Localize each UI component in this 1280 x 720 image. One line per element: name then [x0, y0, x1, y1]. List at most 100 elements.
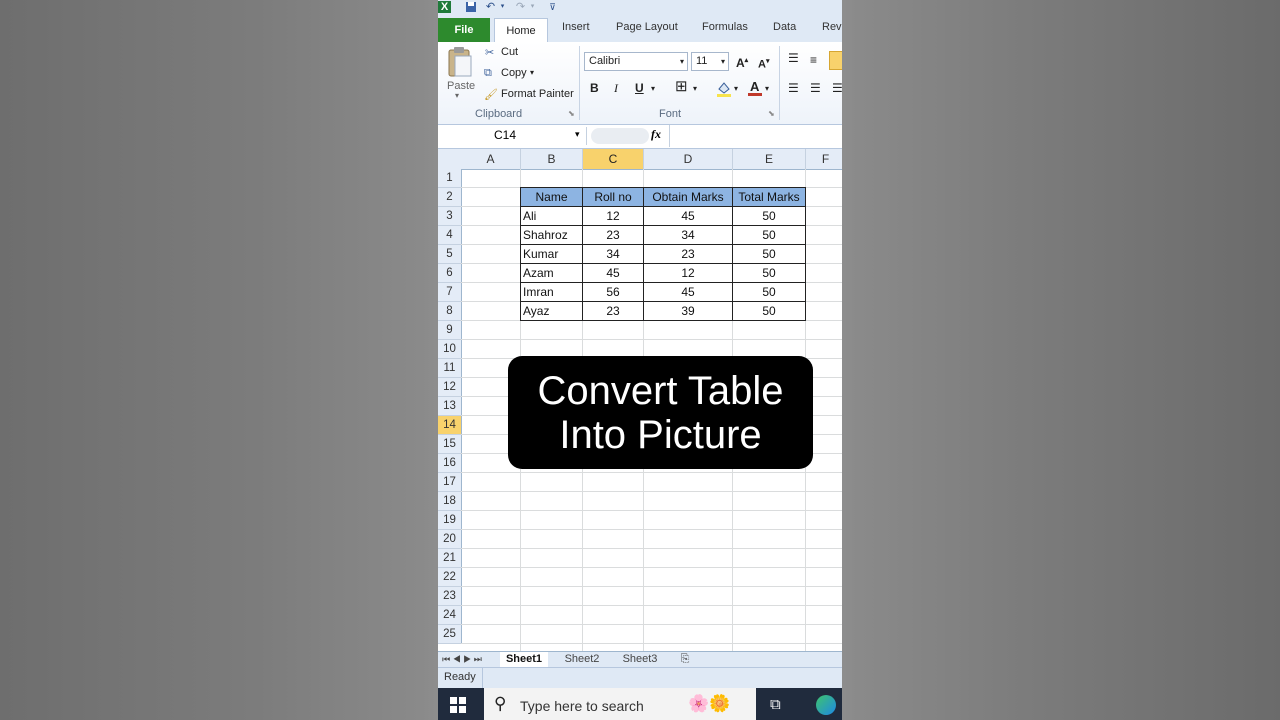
- tab-page-layout[interactable]: Page Layout: [616, 21, 678, 33]
- column-header-e[interactable]: E: [733, 149, 806, 170]
- copy-button[interactable]: Copy: [501, 67, 527, 79]
- paste-icon[interactable]: [447, 46, 473, 78]
- align-left-icon[interactable]: ☰: [788, 80, 799, 96]
- paste-dropdown-icon[interactable]: ▾: [455, 91, 459, 100]
- underline-dropdown-icon[interactable]: ▾: [651, 81, 655, 97]
- row-header-17[interactable]: 17: [438, 473, 462, 492]
- cut-icon[interactable]: ✂: [485, 46, 494, 59]
- shrink-font-icon[interactable]: A▾: [758, 54, 769, 73]
- align-top-icon[interactable]: ☰: [788, 50, 799, 66]
- table-cell[interactable]: 56: [582, 282, 644, 302]
- row-header-11[interactable]: 11: [438, 359, 462, 378]
- row-header-15[interactable]: 15: [438, 435, 462, 454]
- edge-browser-icon[interactable]: [816, 695, 836, 715]
- table-cell[interactable]: Shahroz: [520, 225, 583, 245]
- table-cell[interactable]: Ali: [520, 206, 583, 226]
- redo-dropdown-icon[interactable]: ▾: [526, 1, 539, 13]
- table-cell[interactable]: 50: [732, 244, 806, 264]
- row-header-18[interactable]: 18: [438, 492, 462, 511]
- table-header-cell[interactable]: Total Marks: [732, 187, 806, 207]
- tab-file[interactable]: File: [438, 18, 490, 42]
- column-header-a[interactable]: A: [461, 149, 521, 170]
- task-view-icon[interactable]: ⧉: [770, 696, 781, 713]
- select-all-corner[interactable]: [438, 149, 462, 170]
- sheet-tab-2[interactable]: Sheet2: [558, 652, 606, 667]
- row-header-10[interactable]: 10: [438, 340, 462, 359]
- save-icon[interactable]: [464, 1, 477, 13]
- table-cell[interactable]: 50: [732, 206, 806, 226]
- name-box[interactable]: C14 ▾: [438, 127, 587, 145]
- row-header-9[interactable]: 9: [438, 321, 462, 340]
- formula-input[interactable]: [669, 125, 842, 147]
- table-cell[interactable]: 23: [582, 301, 644, 321]
- row-header-8[interactable]: 8: [438, 302, 462, 321]
- table-cell[interactable]: 50: [732, 263, 806, 283]
- column-header-f[interactable]: F: [806, 149, 842, 170]
- table-cell[interactable]: 23: [582, 225, 644, 245]
- sheet-nav-arrows-icon[interactable]: ⏮ ◀ ▶ ⏭: [442, 652, 482, 667]
- tab-formulas[interactable]: Formulas: [702, 21, 748, 33]
- table-cell[interactable]: 34: [582, 244, 644, 264]
- table-header-cell[interactable]: Obtain Marks: [643, 187, 733, 207]
- table-cell[interactable]: 34: [643, 225, 733, 245]
- row-header-14[interactable]: 14: [438, 416, 462, 435]
- row-header-24[interactable]: 24: [438, 606, 462, 625]
- windows-start-icon[interactable]: [450, 697, 466, 713]
- bold-button[interactable]: B: [590, 80, 599, 96]
- tab-insert[interactable]: Insert: [562, 21, 590, 33]
- grow-font-icon[interactable]: A▴: [736, 53, 748, 71]
- undo-dropdown-icon[interactable]: ▾: [496, 1, 509, 13]
- row-header-2[interactable]: 2: [438, 188, 462, 207]
- font-name-dropdown-icon[interactable]: ▾: [680, 53, 684, 70]
- sheet-tab-3[interactable]: Sheet3: [616, 652, 664, 667]
- taskbar-search-box[interactable]: ⚲ Type here to search 🌸🌼: [484, 688, 756, 720]
- row-header-3[interactable]: 3: [438, 207, 462, 226]
- sheet-tab-1[interactable]: Sheet1: [500, 652, 548, 667]
- copy-dropdown-icon[interactable]: ▾: [530, 68, 534, 77]
- table-cell[interactable]: 45: [643, 282, 733, 302]
- borders-icon[interactable]: ⊞: [675, 79, 688, 95]
- column-header-c[interactable]: C: [583, 149, 644, 170]
- table-cell[interactable]: 50: [732, 225, 806, 245]
- insert-function-icon[interactable]: fx: [651, 127, 661, 142]
- table-cell[interactable]: 50: [732, 282, 806, 302]
- tab-review[interactable]: Revi: [822, 21, 842, 33]
- tab-home[interactable]: Home: [494, 18, 548, 43]
- align-bottom-icon[interactable]: [829, 51, 842, 70]
- column-header-d[interactable]: D: [644, 149, 733, 170]
- row-header-13[interactable]: 13: [438, 397, 462, 416]
- align-center-icon[interactable]: ☰: [810, 80, 821, 96]
- row-header-5[interactable]: 5: [438, 245, 462, 264]
- format-painter-button[interactable]: Format Painter: [501, 88, 574, 100]
- font-size-dropdown-icon[interactable]: ▾: [721, 53, 725, 70]
- row-header-25[interactable]: 25: [438, 625, 462, 644]
- underline-button[interactable]: U: [635, 80, 644, 96]
- table-cell[interactable]: 23: [643, 244, 733, 264]
- table-header-cell[interactable]: Name: [520, 187, 583, 207]
- formula-bar-resize-handle[interactable]: [591, 128, 649, 144]
- paste-button[interactable]: Paste: [447, 80, 475, 92]
- font-name-box[interactable]: Calibri ▾: [584, 52, 688, 71]
- italic-button[interactable]: I: [614, 80, 618, 96]
- row-header-16[interactable]: 16: [438, 454, 462, 473]
- customize-icon[interactable]: ⊽: [546, 1, 559, 13]
- font-launcher-icon[interactable]: ⬊: [768, 109, 775, 118]
- table-cell[interactable]: Ayaz: [520, 301, 583, 321]
- insert-sheet-icon[interactable]: ⎘: [674, 652, 696, 667]
- table-cell[interactable]: 45: [643, 206, 733, 226]
- font-color-icon[interactable]: A: [747, 79, 763, 98]
- row-header-12[interactable]: 12: [438, 378, 462, 397]
- row-header-1[interactable]: 1: [438, 169, 462, 188]
- table-cell[interactable]: 50: [732, 301, 806, 321]
- tab-data[interactable]: Data: [773, 21, 796, 33]
- clipboard-launcher-icon[interactable]: ⬊: [568, 109, 575, 118]
- align-right-icon[interactable]: ☰: [832, 80, 842, 96]
- column-header-b[interactable]: B: [521, 149, 583, 170]
- table-header-cell[interactable]: Roll no: [582, 187, 644, 207]
- format-painter-icon[interactable]: 🖌: [484, 88, 498, 101]
- row-header-20[interactable]: 20: [438, 530, 462, 549]
- table-cell[interactable]: Kumar: [520, 244, 583, 264]
- table-cell[interactable]: 39: [643, 301, 733, 321]
- table-cell[interactable]: Azam: [520, 263, 583, 283]
- row-header-19[interactable]: 19: [438, 511, 462, 530]
